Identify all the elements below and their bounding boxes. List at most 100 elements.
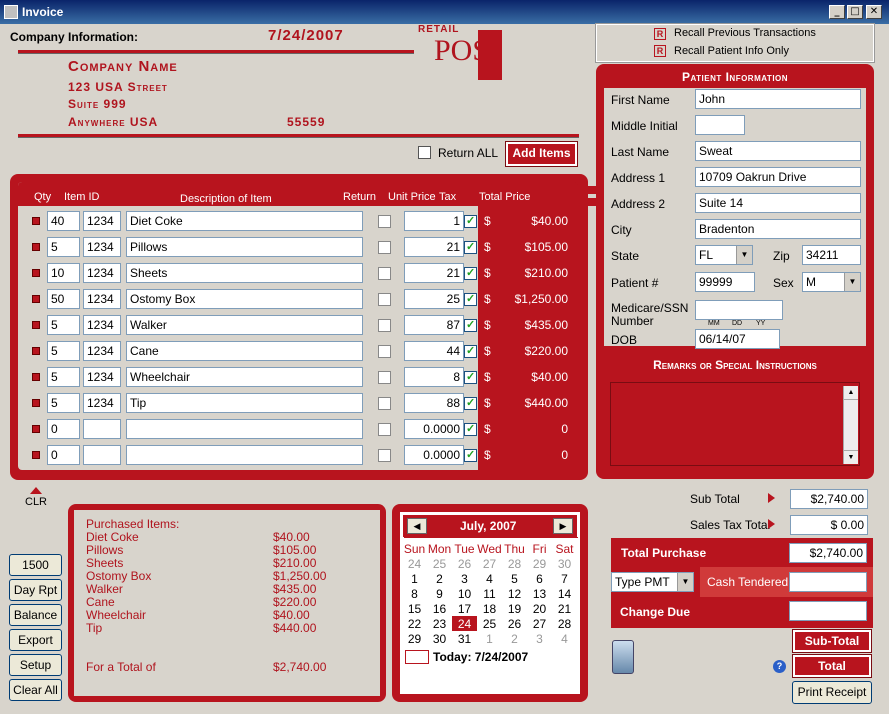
calendar-day[interactable]: 23 <box>427 616 452 631</box>
print-receipt-button[interactable]: Print Receipt <box>792 681 872 704</box>
item-id-input[interactable]: 1234 <box>83 367 121 387</box>
qty-input[interactable]: 0 <box>47 419 80 439</box>
export-button[interactable]: Export <box>9 629 62 651</box>
minimize-button[interactable]: _ <box>829 5 845 19</box>
patient-number-field[interactable]: 99999 <box>695 272 755 292</box>
calendar-day[interactable]: 3 <box>527 631 552 646</box>
return-checkbox[interactable] <box>378 267 391 280</box>
calendar-day[interactable]: 5 <box>502 571 527 586</box>
calendar-day[interactable]: 28 <box>502 556 527 571</box>
calendar-day[interactable]: 22 <box>402 616 427 631</box>
calendar-day[interactable]: 4 <box>477 571 502 586</box>
calendar-day[interactable]: 30 <box>427 631 452 646</box>
return-all-checkbox[interactable] <box>418 146 431 159</box>
description-input[interactable]: Wheelchair <box>126 367 363 387</box>
close-button[interactable]: ✕ <box>866 5 882 19</box>
calendar-day[interactable]: 24 <box>402 556 427 571</box>
item-id-input[interactable]: 1234 <box>83 289 121 309</box>
description-input[interactable] <box>126 419 363 439</box>
middle-initial-field[interactable] <box>695 115 745 135</box>
description-input[interactable]: Sheets <box>126 263 363 283</box>
calendar-day[interactable]: 12 <box>502 586 527 601</box>
calculator-icon[interactable] <box>612 640 634 674</box>
calendar-day[interactable]: 26 <box>452 556 477 571</box>
clear-all-button[interactable]: Clear All <box>9 679 62 701</box>
description-input[interactable]: Ostomy Box <box>126 289 363 309</box>
description-input[interactable]: Walker <box>126 315 363 335</box>
calendar-day[interactable]: 7 <box>552 571 577 586</box>
calendar-day[interactable]: 4 <box>552 631 577 646</box>
return-checkbox[interactable] <box>378 449 391 462</box>
calendar-day[interactable]: 18 <box>477 601 502 616</box>
item-id-input[interactable]: 1234 <box>83 237 121 257</box>
state-select[interactable]: FL ▼ <box>695 245 753 265</box>
item-id-input[interactable]: 1234 <box>83 341 121 361</box>
unit-price-input[interactable]: 8 <box>404 367 464 387</box>
calendar-day[interactable]: 11 <box>477 586 502 601</box>
calendar-day[interactable]: 9 <box>427 586 452 601</box>
subtotal-button[interactable]: Sub-Total <box>792 629 872 653</box>
calendar-day[interactable]: 25 <box>477 616 502 631</box>
payment-type-select[interactable]: Type PMT ▼ <box>611 572 694 592</box>
return-checkbox[interactable] <box>378 423 391 436</box>
dob-field[interactable]: 06/14/07 <box>695 329 780 349</box>
remarks-textarea[interactable] <box>610 382 860 466</box>
tax-checkbox[interactable] <box>464 396 477 410</box>
description-input[interactable]: Cane <box>126 341 363 361</box>
tax-checkbox[interactable] <box>464 448 477 462</box>
calendar-day[interactable]: 20 <box>527 601 552 616</box>
unit-price-input[interactable]: 88 <box>404 393 464 413</box>
city-field[interactable]: Bradenton <box>695 219 861 239</box>
unit-price-input[interactable]: 1 <box>404 211 464 231</box>
total-button[interactable]: Total <box>792 654 872 678</box>
qty-input[interactable]: 5 <box>47 315 80 335</box>
calendar-day[interactable]: 3 <box>452 571 477 586</box>
return-checkbox[interactable] <box>378 215 391 228</box>
calendar-day[interactable]: 31 <box>452 631 477 646</box>
qty-input[interactable]: 5 <box>47 341 80 361</box>
remarks-scrollbar[interactable]: ▲ ▼ <box>843 386 858 464</box>
description-input[interactable]: Diet Coke <box>126 211 363 231</box>
recall-prev-link[interactable]: Recall Previous Transactions <box>674 27 816 39</box>
calendar-day[interactable]: 1 <box>477 631 502 646</box>
day-report-button[interactable]: Day Rpt <box>9 579 62 601</box>
qty-input[interactable]: 5 <box>47 393 80 413</box>
calendar-day[interactable]: 25 <box>427 556 452 571</box>
tax-checkbox[interactable] <box>464 266 477 280</box>
first-name-field[interactable]: John <box>695 89 861 109</box>
maximize-button[interactable]: □ <box>847 5 863 19</box>
description-input[interactable] <box>126 445 363 465</box>
calendar-day[interactable]: 6 <box>527 571 552 586</box>
tax-checkbox[interactable] <box>464 214 477 228</box>
unit-price-input[interactable]: 0.0000 <box>404 419 464 439</box>
return-checkbox[interactable] <box>378 241 391 254</box>
calendar-day[interactable]: 26 <box>502 616 527 631</box>
calendar-day[interactable]: 14 <box>552 586 577 601</box>
item-id-input[interactable] <box>83 445 121 465</box>
calendar-day[interactable]: 29 <box>402 631 427 646</box>
calendar-day[interactable]: 21 <box>552 601 577 616</box>
recall-patient-link[interactable]: Recall Patient Info Only <box>674 45 789 57</box>
tax-checkbox[interactable] <box>464 370 477 384</box>
calendar-day[interactable]: 27 <box>527 616 552 631</box>
calendar-next-button[interactable]: ▶ <box>553 518 573 534</box>
clr-label[interactable]: CLR <box>25 496 47 508</box>
item-id-input[interactable] <box>83 419 121 439</box>
calendar-day[interactable]: 17 <box>452 601 477 616</box>
unit-price-input[interactable]: 25 <box>404 289 464 309</box>
unit-price-input[interactable]: 44 <box>404 341 464 361</box>
qty-input[interactable]: 0 <box>47 445 80 465</box>
item-id-input[interactable]: 1234 <box>83 211 121 231</box>
recall-patient-icon[interactable]: R <box>654 45 666 57</box>
item-id-input[interactable]: 1234 <box>83 393 121 413</box>
tax-checkbox[interactable] <box>464 344 477 358</box>
last-name-field[interactable]: Sweat <box>695 141 861 161</box>
calendar-day[interactable]: 15 <box>402 601 427 616</box>
calendar-day[interactable]: 28 <box>552 616 577 631</box>
calendar-day[interactable]: 2 <box>427 571 452 586</box>
unit-price-input[interactable]: 87 <box>404 315 464 335</box>
description-input[interactable]: Tip <box>126 393 363 413</box>
qty-input[interactable]: 5 <box>47 367 80 387</box>
1500-button[interactable]: 1500 <box>9 554 62 576</box>
unit-price-input[interactable]: 21 <box>404 263 464 283</box>
